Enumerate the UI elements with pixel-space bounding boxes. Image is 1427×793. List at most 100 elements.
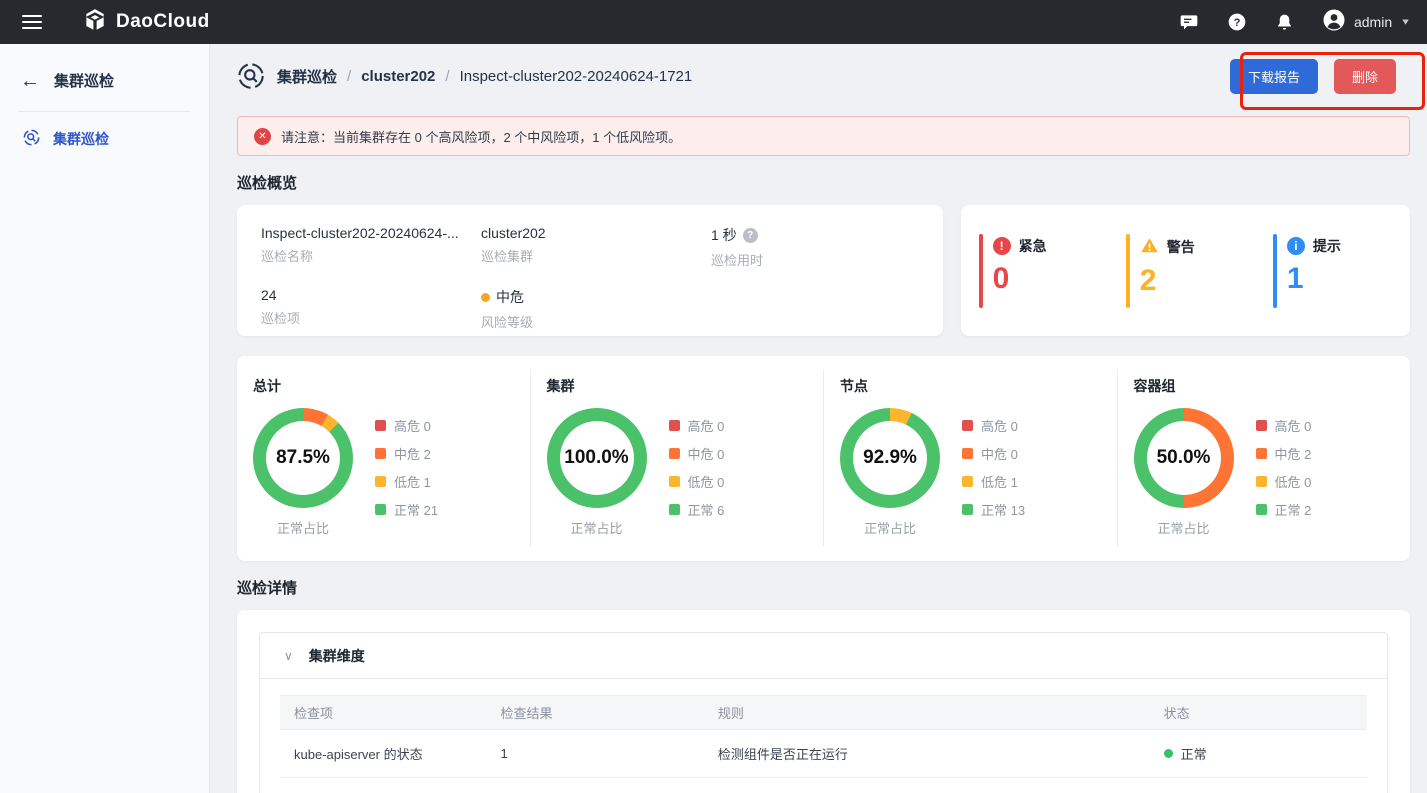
download-report-button[interactable]: 下载报告 xyxy=(1230,59,1318,94)
help-tooltip-icon[interactable]: ? xyxy=(743,228,758,243)
notifications-bell-icon[interactable] xyxy=(1274,11,1296,33)
table-body: kube-apiserver 的状态1检测组件是否正在运行正常kube-cont… xyxy=(280,730,1367,793)
legend-swatch xyxy=(1256,420,1267,431)
legend-item: 正常 21 xyxy=(375,500,438,519)
sidebar-item-cluster-inspection[interactable]: 集群巡检 xyxy=(0,112,209,166)
alert-text: 请注意：当前集群存在 0 个高风险项，2 个中风险项，1 个低风险项。 xyxy=(281,127,681,146)
donut-chart-section: 容器组50.0%正常占比高危 0中危 2低危 0正常 2 xyxy=(1118,370,1411,547)
legend-item: 低危 1 xyxy=(962,472,1025,491)
stat-count: 1 xyxy=(1287,262,1341,295)
donut-bottom-label: 正常占比 xyxy=(1157,518,1209,537)
legend-label: 中危 2 xyxy=(1275,444,1312,463)
stat-accent-bar xyxy=(1273,234,1277,308)
stat-label: 警告 xyxy=(1167,237,1195,257)
chart-legend: 高危 0中危 0低危 1正常 13 xyxy=(962,416,1025,519)
inspection-icon xyxy=(22,128,41,150)
breadcrumb-separator: / xyxy=(445,68,449,85)
status-badge: 正常 xyxy=(1164,744,1353,763)
stat-count: 2 xyxy=(1140,264,1195,297)
table-row: kube-apiserver 的状态1检测组件是否正在运行正常 xyxy=(280,730,1367,778)
legend-label: 中危 2 xyxy=(394,444,431,463)
field-label: 巡检集群 xyxy=(481,246,711,265)
daocloud-cube-icon xyxy=(82,7,108,38)
legend-item: 中危 2 xyxy=(1256,444,1312,463)
donut-bottom-label: 正常占比 xyxy=(570,518,622,537)
legend-label: 低危 1 xyxy=(394,472,431,491)
field-label: 风险等级 xyxy=(481,312,711,331)
cell-rule: 检测组件是否正在运行 xyxy=(704,730,1150,778)
main-content: 集群巡检 / cluster202 / Inspect-cluster202-20240… xyxy=(210,44,1427,793)
donut-chart-section: 总计87.5%正常占比高危 0中危 2低危 1正常 21 xyxy=(237,370,531,547)
delete-button[interactable]: 删除 xyxy=(1334,59,1396,94)
legend-swatch xyxy=(375,420,386,431)
breadcrumb-item: Inspect-cluster202-20240624-1721 xyxy=(460,68,693,85)
overview-field: 中危风险等级 xyxy=(481,287,711,331)
back-arrow-icon[interactable]: ← xyxy=(20,71,40,91)
cluster-dimension-panel-header[interactable]: ∨ 集群维度 xyxy=(260,633,1387,679)
chart-legend: 高危 0中危 2低危 0正常 2 xyxy=(1256,416,1312,519)
stat-accent-bar xyxy=(1126,234,1130,308)
legend-item: 低危 0 xyxy=(669,472,725,491)
collapse-chevron-icon[interactable]: ∨ xyxy=(284,649,293,663)
chart-title: 节点 xyxy=(840,376,1101,396)
status-text: 正常 xyxy=(1181,744,1207,763)
legend-label: 高危 0 xyxy=(1275,416,1312,435)
stat-label: 紧急 xyxy=(1019,236,1047,256)
legend-item: 正常 13 xyxy=(962,500,1025,519)
user-name: admin xyxy=(1354,14,1392,30)
breadcrumb-item[interactable]: cluster202 xyxy=(361,68,435,85)
donut-wrap: 92.9%正常占比 xyxy=(840,408,940,537)
legend-item: 中危 2 xyxy=(375,444,438,463)
legend-swatch xyxy=(962,420,973,431)
inspection-breadcrumb-icon xyxy=(237,62,265,90)
help-icon[interactable]: ? xyxy=(1226,11,1248,33)
stat-content: i提示 1 xyxy=(1287,234,1341,308)
chart-title: 容器组 xyxy=(1134,376,1395,396)
donut-wrap: 50.0%正常占比 xyxy=(1134,408,1234,537)
legend-swatch xyxy=(1256,448,1267,459)
risk-level-dot xyxy=(481,293,490,302)
stat-label-row: i提示 xyxy=(1287,236,1341,256)
chevron-down-icon: ▼ xyxy=(1400,17,1411,27)
cell-rule: 检测组件是否正在运行 xyxy=(704,778,1150,793)
donut-chart-section: 节点92.9%正常占比高危 0中危 0低危 1正常 13 xyxy=(824,370,1118,547)
cell-status: 正常 xyxy=(1150,778,1367,793)
donut-wrap: 87.5%正常占比 xyxy=(253,408,353,537)
overview-field: 24 巡检项 xyxy=(261,287,481,331)
messages-icon[interactable] xyxy=(1178,11,1200,33)
column-header: 检查项 xyxy=(280,696,487,730)
legend-swatch xyxy=(669,476,680,487)
field-value: 24 xyxy=(261,287,481,303)
legend-swatch xyxy=(1256,504,1267,515)
legend-swatch xyxy=(375,504,386,515)
legend-label: 正常 21 xyxy=(394,500,438,519)
stat-label: 提示 xyxy=(1313,236,1341,256)
field-value: 1 秒? xyxy=(711,225,919,245)
table-row: kube-controller-manager 的状态1检测组件是否正在运行正常 xyxy=(280,778,1367,793)
stat-accent-bar xyxy=(979,234,983,308)
sidebar: ← 集群巡检 集群巡检 xyxy=(0,44,210,793)
menu-icon[interactable] xyxy=(22,15,42,29)
brand-logo[interactable]: DaoCloud xyxy=(82,7,210,38)
stat-count: 0 xyxy=(993,262,1047,295)
user-menu[interactable]: admin ▼ xyxy=(1322,8,1411,37)
breadcrumb-item[interactable]: 集群巡检 xyxy=(277,66,337,87)
breadcrumb-separator: / xyxy=(347,68,351,85)
field-label: 巡检项 xyxy=(261,308,481,327)
risk-stat: ! 紧急 0 xyxy=(965,234,1112,308)
table-header-row: 检查项检查结果规则状态 xyxy=(280,696,1367,730)
column-header: 规则 xyxy=(704,696,1150,730)
chart-legend: 高危 0中危 2低危 1正常 21 xyxy=(375,416,438,519)
donut-wrap: 100.0%正常占比 xyxy=(547,408,647,537)
legend-label: 正常 13 xyxy=(981,500,1025,519)
chart-body: 92.9%正常占比高危 0中危 0低危 1正常 13 xyxy=(840,408,1101,537)
legend-swatch xyxy=(669,420,680,431)
legend-swatch xyxy=(375,476,386,487)
inspection-table: 检查项检查结果规则状态 kube-apiserver 的状态1检测组件是否正在运… xyxy=(280,695,1367,793)
legend-swatch xyxy=(1256,476,1267,487)
alert-circle-icon: ! xyxy=(993,237,1011,255)
chart-title: 总计 xyxy=(253,376,514,396)
donut-bottom-label: 正常占比 xyxy=(277,518,329,537)
status-dot-icon xyxy=(1164,749,1173,758)
field-value: 中危 xyxy=(481,287,711,307)
